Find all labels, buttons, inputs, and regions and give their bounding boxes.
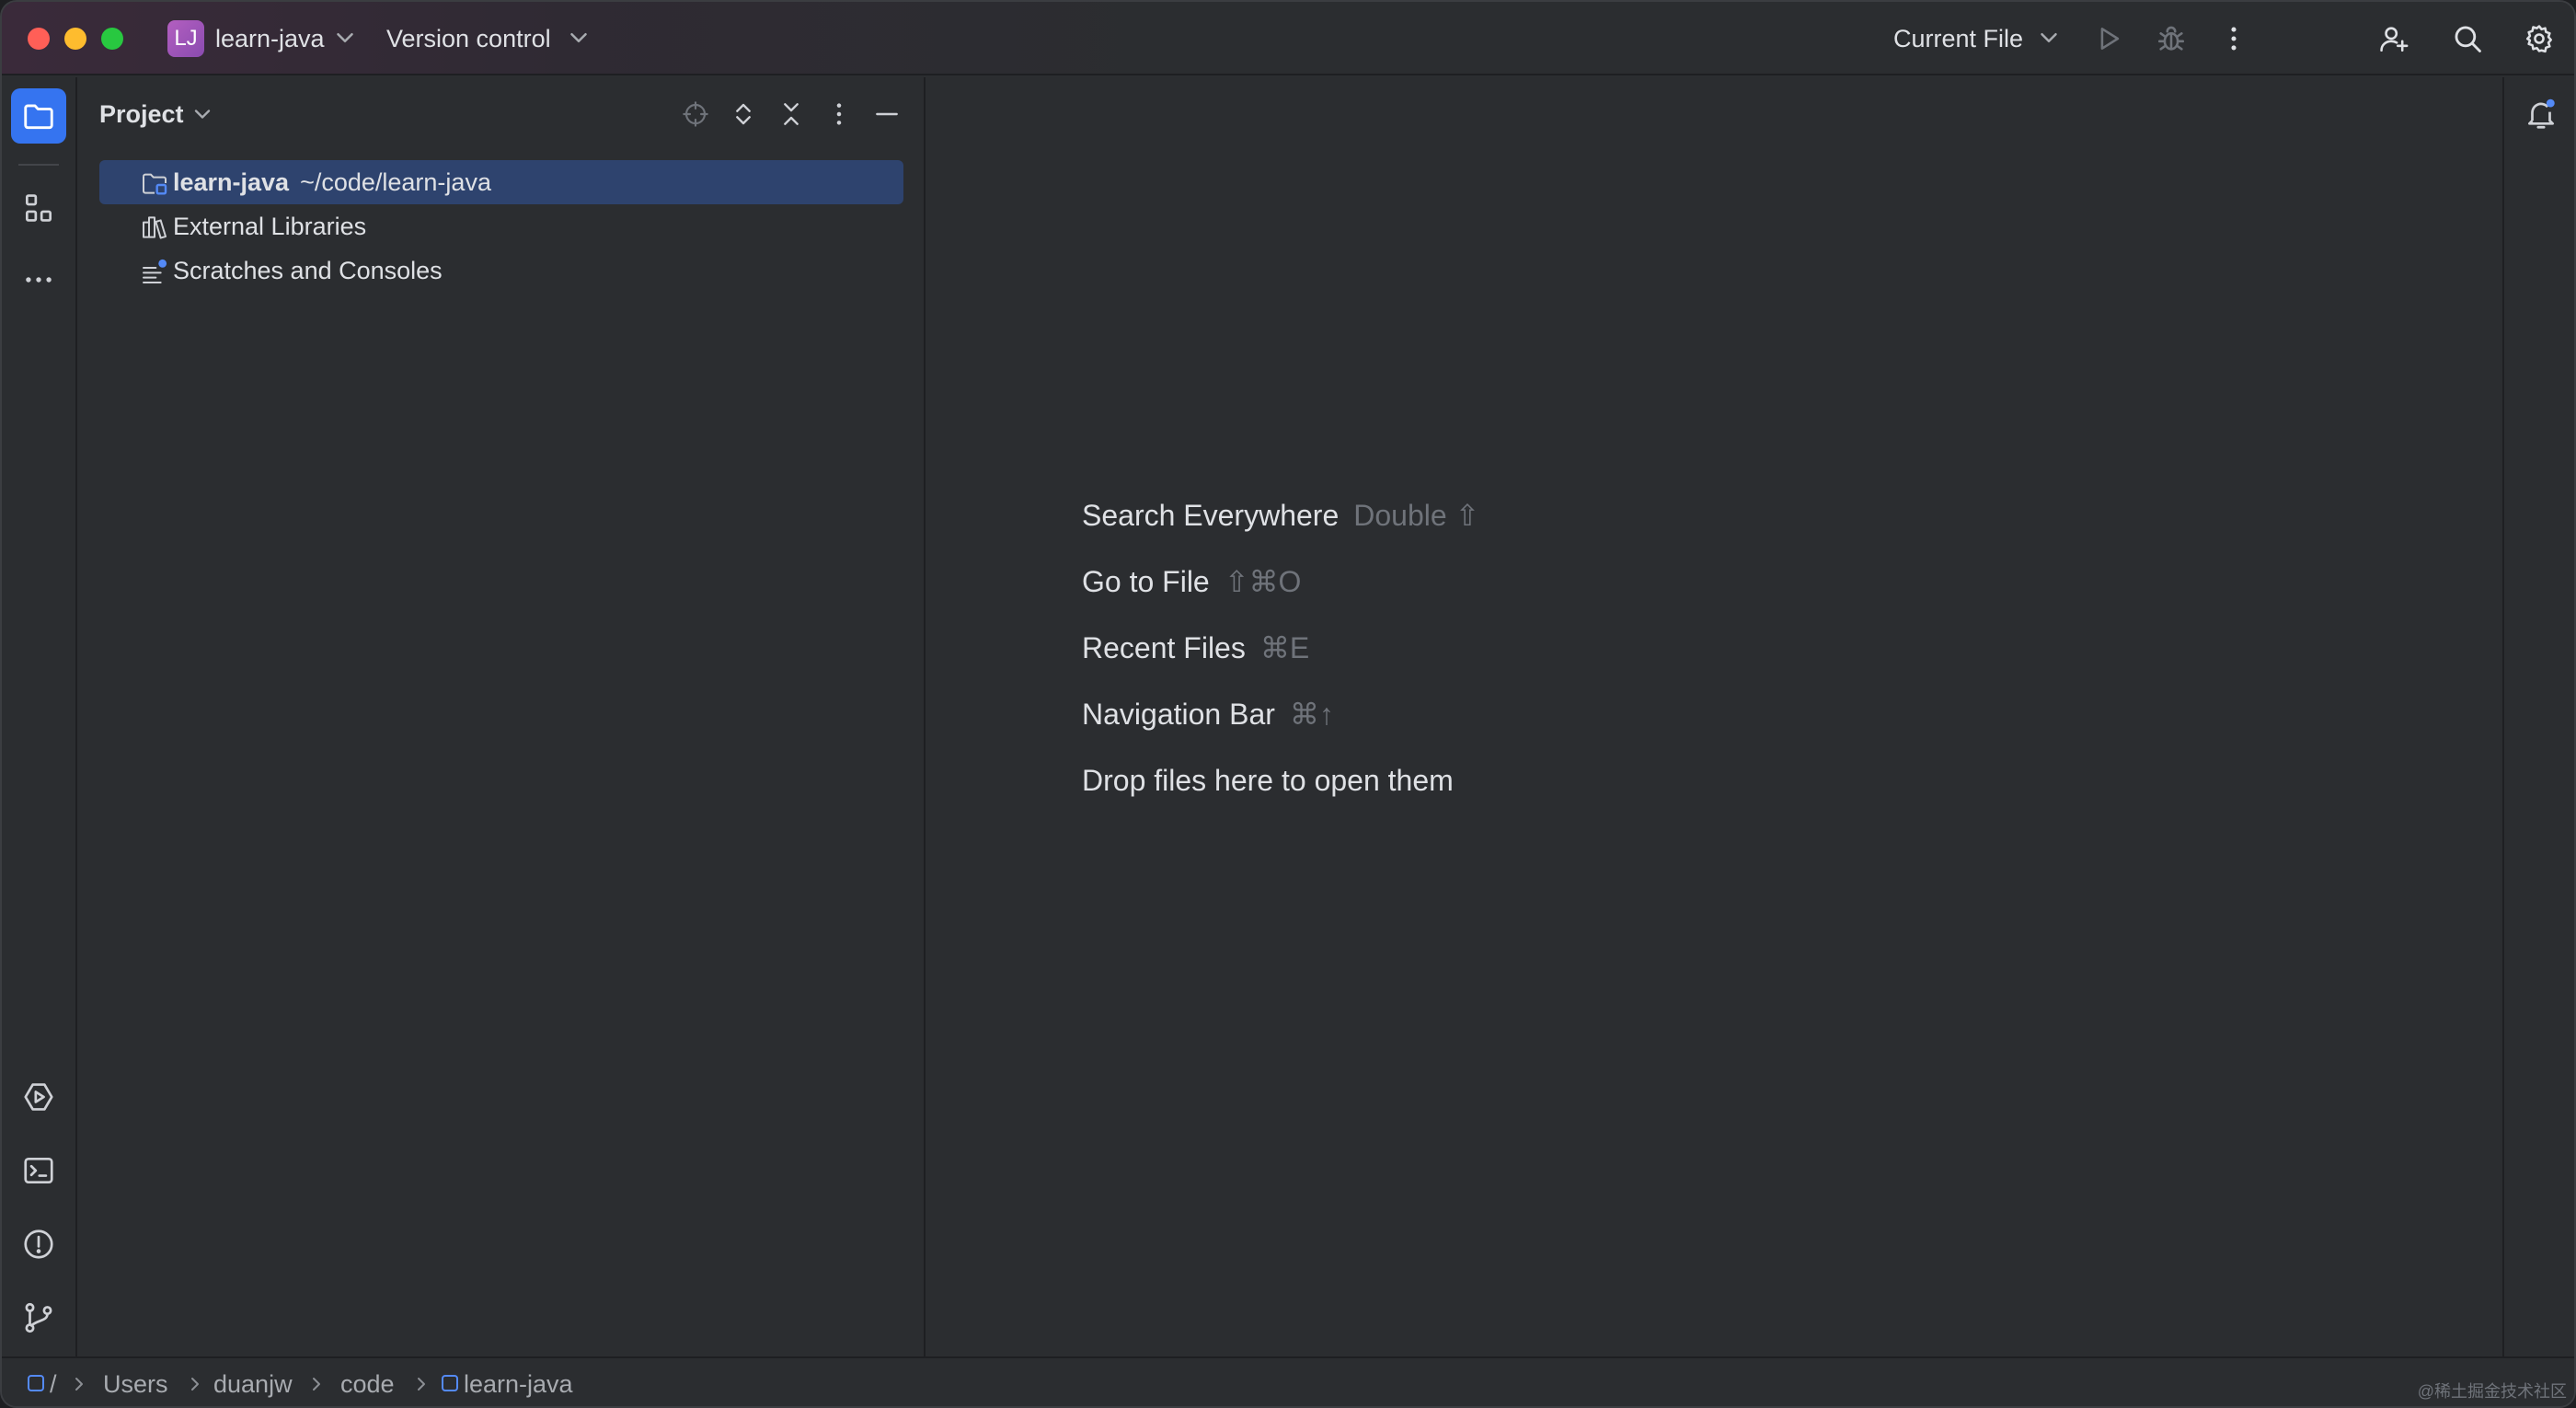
tree-item-project-root[interactable]: learn-java ~/code/learn-java — [99, 160, 903, 204]
add-user-icon[interactable] — [2374, 18, 2414, 59]
project-name[interactable]: learn-java — [215, 22, 325, 55]
search-icon[interactable] — [2447, 18, 2488, 59]
tree-item-label: learn-java ~/code/learn-java — [173, 168, 491, 196]
watermark: @稀土掘金技术社区 — [2417, 1382, 2567, 1401]
breadcrumb-learn-java[interactable]: learn-java — [464, 1368, 573, 1401]
project-badge[interactable]: LJ — [167, 20, 204, 57]
status-bar: / Users duanjw code learn-java @稀土掘金技术社区 — [2, 1356, 2574, 1406]
structure-tool-button[interactable] — [11, 180, 66, 236]
git-branch-icon — [25, 1302, 52, 1333]
breadcrumb-duanjw[interactable]: duanjw — [213, 1368, 293, 1401]
terminal-icon — [24, 1157, 53, 1184]
scratches-icon — [143, 259, 167, 283]
tree-item-external-libraries[interactable]: External Libraries — [99, 204, 903, 248]
module-icon — [442, 1375, 458, 1391]
close-window-button[interactable] — [28, 28, 50, 50]
more-tool-windows-button[interactable] — [11, 252, 66, 307]
right-tool-window-bar — [2502, 77, 2574, 1356]
chevron-down-icon[interactable] — [565, 24, 592, 52]
services-icon — [24, 1083, 53, 1111]
tree-item-label: External Libraries — [173, 213, 367, 240]
notifications-tool-button[interactable] — [2513, 87, 2569, 142]
problems-tool-button[interactable] — [11, 1217, 66, 1272]
chevron-down-icon[interactable] — [331, 24, 359, 52]
project-tool-window: Project learn-java ~/code/learn-java Ext… — [79, 77, 926, 1356]
tree-item-label: Scratches and Consoles — [173, 257, 443, 284]
breadcrumb-users[interactable]: Users — [103, 1368, 168, 1401]
version-control-menu[interactable]: Version control — [386, 22, 551, 55]
locate-icon[interactable] — [677, 96, 714, 133]
hint-search-everywhere: Search Everywhere Double ⇧ — [1082, 499, 1480, 532]
zoom-window-button[interactable] — [101, 28, 123, 50]
chevron-down-icon[interactable] — [190, 101, 215, 127]
breadcrumb-code[interactable]: code — [340, 1368, 395, 1401]
breadcrumb-root[interactable]: / — [50, 1368, 57, 1401]
expand-all-icon[interactable] — [725, 96, 762, 133]
hint-recent-files: Recent Files ⌘E — [1082, 631, 1310, 664]
shortcut: ⌘E — [1259, 631, 1310, 664]
shortcut: ⌘↑ — [1289, 698, 1334, 731]
editor-empty-state[interactable]: Search Everywhere Double ⇧ Go to File ⇧⌘O … — [927, 77, 2501, 1356]
collapse-all-icon[interactable] — [773, 96, 810, 133]
more-vertical-icon[interactable] — [2214, 18, 2254, 59]
shortcut: ⇧⌘O — [1224, 565, 1302, 598]
problems-icon — [24, 1229, 53, 1259]
project-path: ~/code/learn-java — [300, 168, 491, 196]
terminal-tool-button[interactable] — [11, 1143, 66, 1198]
chevron-right-icon — [191, 1378, 199, 1391]
left-tool-window-bar — [2, 77, 77, 1356]
chevron-right-icon — [418, 1378, 425, 1391]
chevron-down-icon[interactable] — [2035, 24, 2063, 52]
debug-icon[interactable] — [2151, 18, 2191, 59]
options-icon[interactable] — [821, 96, 857, 133]
structure-icon — [25, 194, 52, 222]
minimize-window-button[interactable] — [64, 28, 86, 50]
run-configuration-selector[interactable]: Current File — [1893, 22, 2023, 55]
title-bar: LJ learn-java Version control Current Fi… — [2, 2, 2574, 75]
toolbar-divider — [18, 164, 59, 166]
panel-title[interactable]: Project — [99, 98, 184, 131]
chevron-right-icon — [75, 1378, 83, 1391]
run-icon[interactable] — [2088, 18, 2129, 59]
notifications-icon — [2527, 98, 2555, 129]
hint-drop-files: Drop files here to open them — [1082, 764, 1454, 797]
hint-go-to-file: Go to File ⇧⌘O — [1082, 565, 1302, 598]
chevron-right-icon — [313, 1378, 320, 1391]
project-tool-button[interactable] — [11, 88, 66, 144]
libraries-icon — [143, 216, 167, 239]
git-tool-button[interactable] — [11, 1290, 66, 1345]
tree-item-scratches[interactable]: Scratches and Consoles — [99, 248, 903, 293]
hide-icon[interactable] — [868, 96, 905, 133]
shortcut: Double ⇧ — [1353, 499, 1480, 532]
services-tool-button[interactable] — [11, 1069, 66, 1125]
hint-navigation-bar: Navigation Bar ⌘↑ — [1082, 698, 1334, 731]
module-folder-icon — [143, 173, 167, 195]
module-icon — [28, 1375, 44, 1391]
more-horizontal-icon — [26, 277, 52, 283]
settings-icon[interactable] — [2519, 18, 2559, 59]
ide-window: LJ learn-java Version control Current Fi… — [0, 0, 2576, 1408]
folder-icon — [24, 104, 53, 130]
